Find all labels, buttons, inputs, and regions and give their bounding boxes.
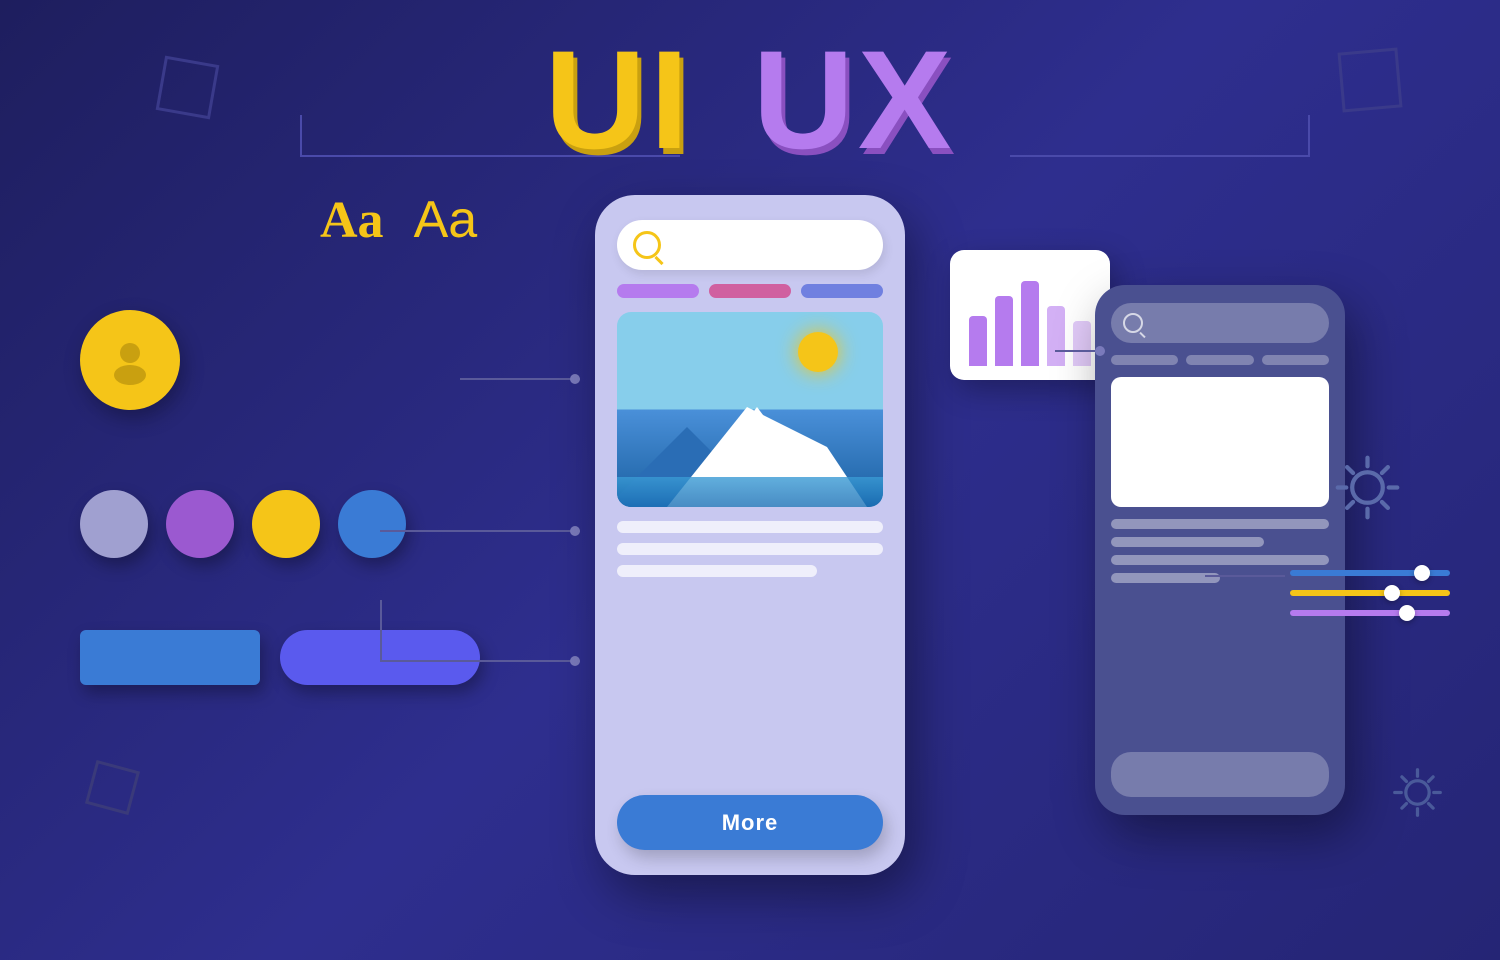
connector-sliders <box>1205 575 1285 577</box>
avatar-container <box>80 310 180 410</box>
slider-purple[interactable] <box>1290 610 1450 616</box>
chart-popup <box>950 250 1110 380</box>
phone2-search-bar[interactable] <box>1111 303 1329 343</box>
typography-row: Aa Aa <box>320 190 477 250</box>
deco-square-bottom-left <box>85 760 140 815</box>
slider-dot-yellow <box>1384 585 1400 601</box>
phone2-text-line-2 <box>1111 537 1264 547</box>
phone-search-bar[interactable] <box>617 220 883 270</box>
color-swatch-purple <box>166 490 234 558</box>
gear-icon-large <box>1325 445 1410 535</box>
color-palette <box>80 490 406 558</box>
user-icon <box>105 335 155 385</box>
bar-purple <box>617 284 699 298</box>
phone-main: More <box>595 195 905 875</box>
phone2-bar-3 <box>1262 355 1329 365</box>
more-button[interactable]: More <box>617 795 883 850</box>
text-line-1 <box>617 521 883 533</box>
chart-bar-4 <box>1047 306 1065 366</box>
typography-sans: Aa <box>414 190 478 250</box>
connector-button <box>380 660 580 662</box>
chart-bar-3 <box>1021 281 1039 366</box>
phone-category-bars <box>617 284 883 298</box>
bar-blue <box>801 284 883 298</box>
more-button-label: More <box>722 810 779 836</box>
ux-title: UX <box>753 30 955 170</box>
right-sliders <box>1290 570 1450 616</box>
avatar <box>80 310 180 410</box>
phone2-content-area <box>1111 377 1329 507</box>
phone2-bar-1 <box>1111 355 1178 365</box>
slider-dot-purple <box>1399 605 1415 621</box>
phone2-text-line-4 <box>1111 573 1220 583</box>
chart-bar-1 <box>969 316 987 366</box>
slider-yellow[interactable] <box>1290 590 1450 596</box>
connector-chart <box>1055 350 1105 352</box>
gear-svg-small <box>1385 760 1450 825</box>
gear-icon-small <box>1385 760 1450 830</box>
phone2-bottom-button[interactable] <box>1111 752 1329 797</box>
phone-image-placeholder <box>617 312 883 507</box>
phone-secondary <box>1095 285 1345 815</box>
chart-bar-5 <box>1073 321 1091 366</box>
deco-square-top-right <box>1337 47 1402 112</box>
gear-svg-large <box>1325 445 1410 530</box>
color-swatch-lavender <box>80 490 148 558</box>
main-scene: UI UX Aa Aa <box>0 0 1500 960</box>
sample-button-rectangle[interactable] <box>80 630 260 685</box>
phone2-text-line-3 <box>1111 555 1329 565</box>
title-area: UI UX <box>545 30 955 170</box>
color-swatch-yellow <box>252 490 320 558</box>
phone2-text-line-1 <box>1111 519 1329 529</box>
water-element <box>617 477 883 507</box>
search-icon <box>633 231 661 259</box>
color-swatch-blue <box>338 490 406 558</box>
ui-title: UI <box>545 30 693 170</box>
phone-text-content <box>617 521 883 577</box>
connector-colors <box>380 530 580 532</box>
chart-bar-2 <box>995 296 1013 366</box>
text-line-3 <box>617 565 817 577</box>
text-line-2 <box>617 543 883 555</box>
button-samples <box>80 630 480 685</box>
bar-pink <box>709 284 791 298</box>
slider-dot-blue <box>1414 565 1430 581</box>
title-line-right <box>1010 155 1310 157</box>
phone2-bars <box>1111 355 1329 365</box>
connector-typography <box>460 378 580 380</box>
sun-element <box>798 332 838 372</box>
phone2-bar-2 <box>1186 355 1253 365</box>
slider-blue[interactable] <box>1290 570 1450 576</box>
deco-square-top-left <box>156 56 220 120</box>
typography-serif: Aa <box>320 191 384 250</box>
phone2-search-icon <box>1123 313 1143 333</box>
